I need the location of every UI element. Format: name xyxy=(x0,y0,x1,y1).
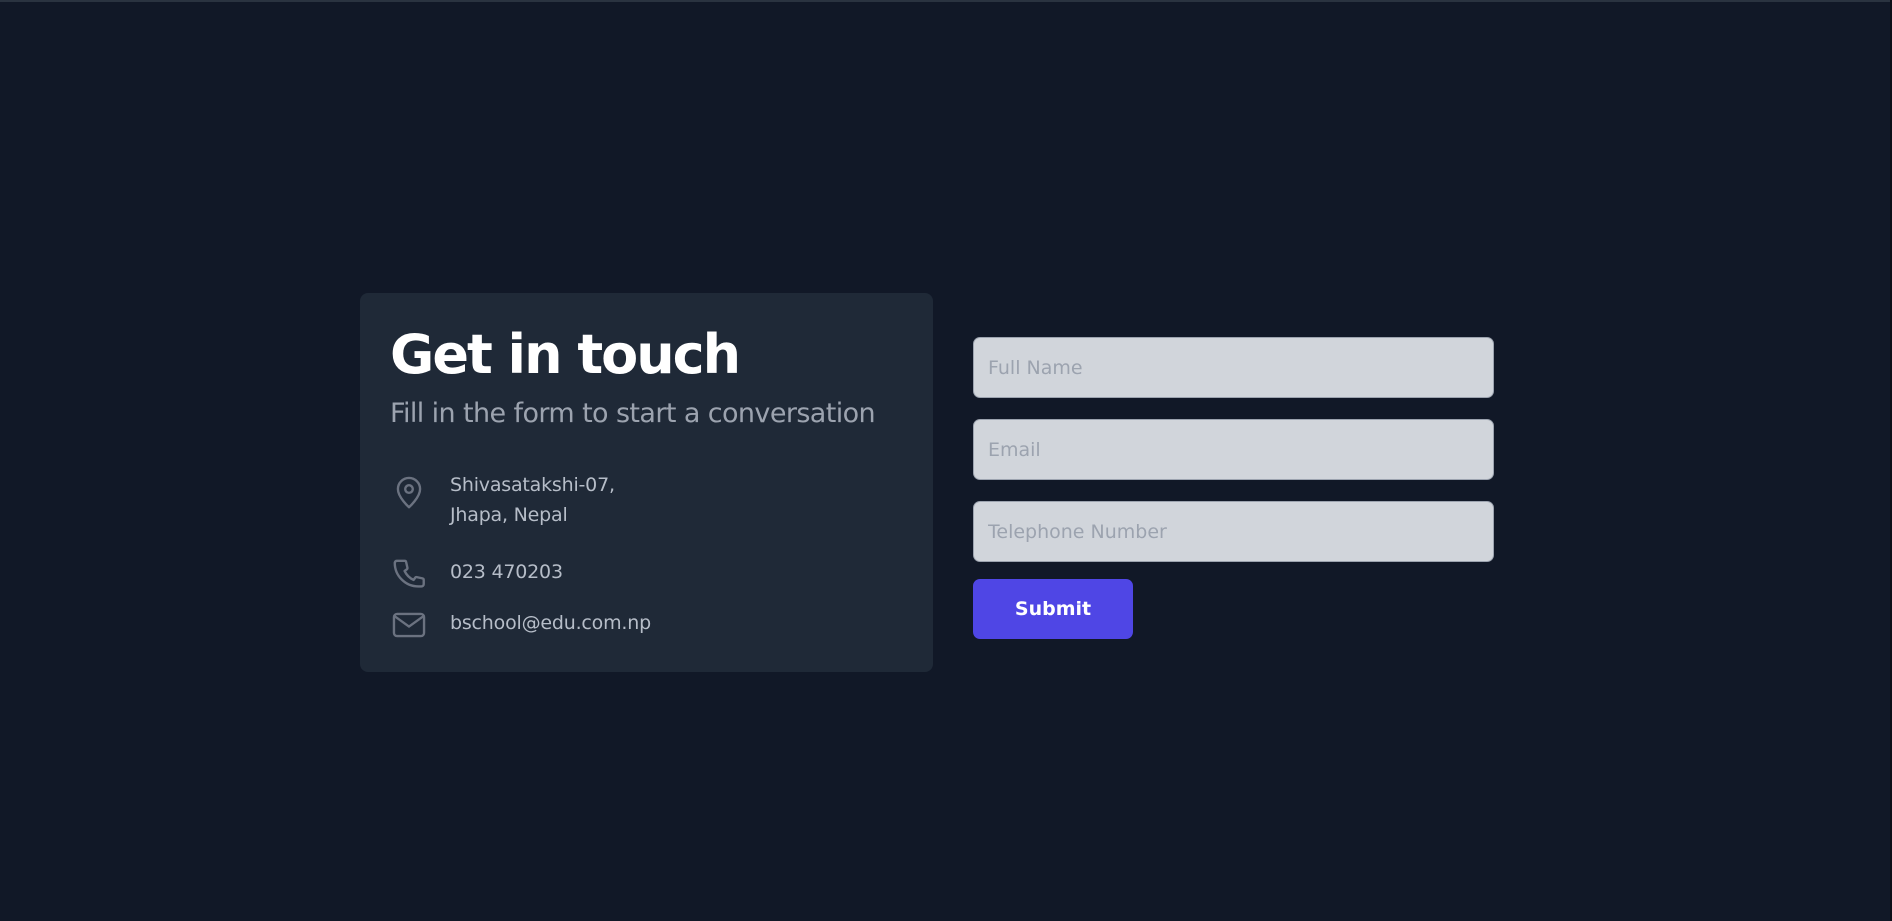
contact-info-card: Get in touch Fill in the form to start a… xyxy=(360,293,933,672)
page-subtitle: Fill in the form to start a conversation xyxy=(390,398,876,429)
location-pin-icon xyxy=(390,474,428,512)
window-top-border xyxy=(0,0,1892,2)
page-title: Get in touch xyxy=(390,323,741,386)
phone-icon xyxy=(390,554,428,592)
address-text: Shivasatakshi-07, Jhapa, Nepal xyxy=(450,470,615,530)
page-root: { "contact_panel": { "title": "Get in to… xyxy=(0,0,1892,921)
phone-row: 023 470203 xyxy=(390,554,563,592)
email-row: bschool@edu.com.np xyxy=(390,606,651,644)
contact-form: Submit xyxy=(973,337,1494,639)
address-line-1: Shivasatakshi-07, xyxy=(450,474,615,496)
envelope-icon xyxy=(390,606,428,644)
full-name-input[interactable] xyxy=(973,337,1494,398)
email-address: bschool@edu.com.np xyxy=(450,612,651,634)
submit-button[interactable]: Submit xyxy=(973,579,1133,639)
address-line-2: Jhapa, Nepal xyxy=(450,504,568,526)
phone-number: 023 470203 xyxy=(450,561,563,583)
address-row: Shivasatakshi-07, Jhapa, Nepal xyxy=(390,474,615,530)
email-input[interactable] xyxy=(973,419,1494,480)
telephone-input[interactable] xyxy=(973,501,1494,562)
